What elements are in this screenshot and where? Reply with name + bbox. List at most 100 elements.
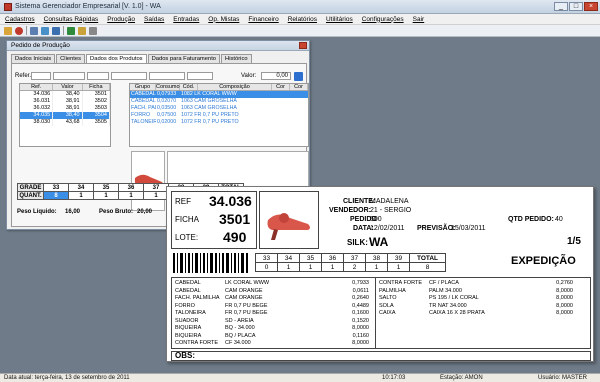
material-cell: BQ - 34.000 [225,325,255,331]
list-icon[interactable] [30,26,38,35]
ref-field-2[interactable] [53,72,85,80]
close-button[interactable]: × [584,2,598,11]
table-row[interactable]: 38.030 43,68 3505 [20,119,110,126]
size-cell: 39 [387,253,410,263]
menu-entradas[interactable]: Entradas [173,16,199,23]
material-cell: CAIXA 16 X 28 PRATA [429,310,485,316]
lote-value: 490 [223,229,247,245]
products-grid: Ref. Valor Ficha 34.036 38,40 3501 36.031 38,… [19,83,111,147]
quant-cell[interactable]: 1 [143,191,169,200]
material-cell: BIQUEIRA [175,332,202,339]
material-cell: 8,0000 [352,340,369,346]
col-header[interactable]: Cor [290,84,308,90]
material-cell: LK CORAL WWW [225,280,270,286]
peso-liquido-value: 16,00 [65,209,81,215]
quant-cell[interactable]: 8 [43,191,69,200]
table-row[interactable]: 36.032 38,91 3503 [20,105,110,112]
qtd-pedido-value: 40 [555,216,563,223]
minimize-button[interactable]: _ [554,2,568,11]
menu-saidas[interactable]: Saídas [144,16,164,23]
material-line: CABEDAL LK CORAL WWW 0,7933 [175,280,369,286]
col-header[interactable]: Ficha [83,84,110,90]
peso-bruto-label: Peso Bruto: [99,209,134,215]
col-header[interactable]: Cor [272,84,290,90]
material-cell: 0,1160 [352,332,369,339]
quant-cell: 1 [277,262,300,272]
col-header[interactable]: Cód. [180,84,198,90]
quant-cell[interactable]: 1 [93,191,119,200]
tools-icon[interactable] [89,26,97,35]
col-header[interactable]: Ref. [20,84,54,90]
table-row[interactable]: 34.036 38,40 3501 [20,91,110,98]
table-row[interactable]: CABEDAL 0,02070 1063 CAM GROSELHA [130,98,308,105]
ref-field-5[interactable] [149,72,185,80]
status-station: Estação: AMON [440,375,483,381]
material-line: CONTRA FORTE CF 34.000 8,0000 [175,340,369,346]
col-header[interactable]: Grupo [130,84,156,90]
col-header[interactable]: Consumo [156,84,180,90]
tab-faturamento[interactable]: Dados para Faturamento [147,54,221,63]
previsao-label: PREVISÃO: [417,225,456,232]
shoe-icon [267,213,310,240]
material-cell: 0,2640 [352,295,369,301]
material-cell: SOLA [379,302,394,309]
cliente-value: MADALENA [370,198,409,205]
material-line: CAIXA CAIXA 16 X 28 PRATA 8,0000 [379,310,573,316]
table-row-selected[interactable]: CABEDAL 0,07933 1082 LK CORAL WWW [130,91,308,98]
tab-dados-iniciais[interactable]: Dados Iniciais [11,54,56,63]
material-cell: TR NAT 34.000 [429,302,467,309]
ficha-value: 3501 [219,211,251,227]
menu-configuracoes[interactable]: Configurações [362,16,404,23]
table-row-selected[interactable]: 34.035 38,40 3504 [20,112,110,119]
people-icon[interactable] [41,26,49,35]
menu-producao[interactable]: Produção [107,16,135,23]
ref-field-1[interactable] [31,72,51,80]
table-row[interactable]: 36.031 38,91 3502 [20,98,110,105]
quant-cell: 0 [255,262,278,272]
money-icon[interactable] [78,26,86,35]
material-cell: CONTRA FORTE [175,340,218,346]
table-row[interactable]: FACH. PALI0,035001063 CAM GROSELHA [130,105,308,112]
size-quantity-table: 33 34 35 36 37 38 39 TOTAL 01112118 [255,253,446,272]
material-cell: FACH. PALMILHA [175,295,220,301]
ref-field-4[interactable] [111,72,147,80]
document-icon[interactable] [52,26,60,35]
record-icon[interactable] [15,26,23,35]
material-cell: 8,0000 [556,287,573,294]
table-row[interactable]: TALONEIRA0,020001072 FR 0,7 PU PRETO [130,119,308,126]
material-cell: 0,4489 [352,302,369,309]
quant-cell[interactable]: 1 [68,191,94,200]
quant-cell: 2 [343,262,366,272]
status-bar: Data atual: terça-feira, 13 de setembro … [0,373,600,382]
maximize-button[interactable]: □ [569,2,583,11]
material-cell: 0,0611 [352,287,369,294]
calc-icon[interactable] [67,26,75,35]
ref-field-3[interactable] [87,72,109,80]
quant-cell[interactable]: 1 [118,191,144,200]
menu-op-mistas[interactable]: Op. Mistas [208,16,239,23]
valor-field[interactable]: 0,00 [261,72,291,80]
menu-cadastros[interactable]: Cadastros [5,16,35,23]
menu-relatorios[interactable]: Relatórios [288,16,317,23]
table-row[interactable]: FORRO 0,07500 1072 FR 0,7 PU PRETO [130,112,308,119]
menu-bar: Cadastros Consultas Rápidas Produção Saí… [0,14,600,25]
size-cell: 34 [68,183,94,192]
material-cell: CABEDAL [175,280,201,286]
tab-clientes[interactable]: Clientes [56,54,86,63]
menu-consultas[interactable]: Consultas Rápidas [44,16,99,23]
dialog-close-button[interactable] [299,42,307,49]
grade-label: GRADE [17,183,44,192]
menu-financeiro[interactable]: Financeiro [248,16,278,23]
total-label: TOTAL [409,253,446,263]
folder-icon[interactable] [4,26,12,35]
quant-label: QUANT. [17,191,44,200]
menu-sair[interactable]: Sair [413,16,425,23]
material-cell: 0,7933 [352,280,369,286]
material-line: FACH. PALMILHA CAM ORANGE 0,2640 [175,295,369,301]
col-header[interactable]: Composição [198,84,272,90]
col-header[interactable]: Valor [53,84,83,90]
arrow-down-icon[interactable] [294,72,303,81]
tab-historico[interactable]: Histórico [221,54,252,63]
ref-field-6[interactable] [187,72,213,80]
menu-utilitarios[interactable]: Utilitários [326,16,353,23]
